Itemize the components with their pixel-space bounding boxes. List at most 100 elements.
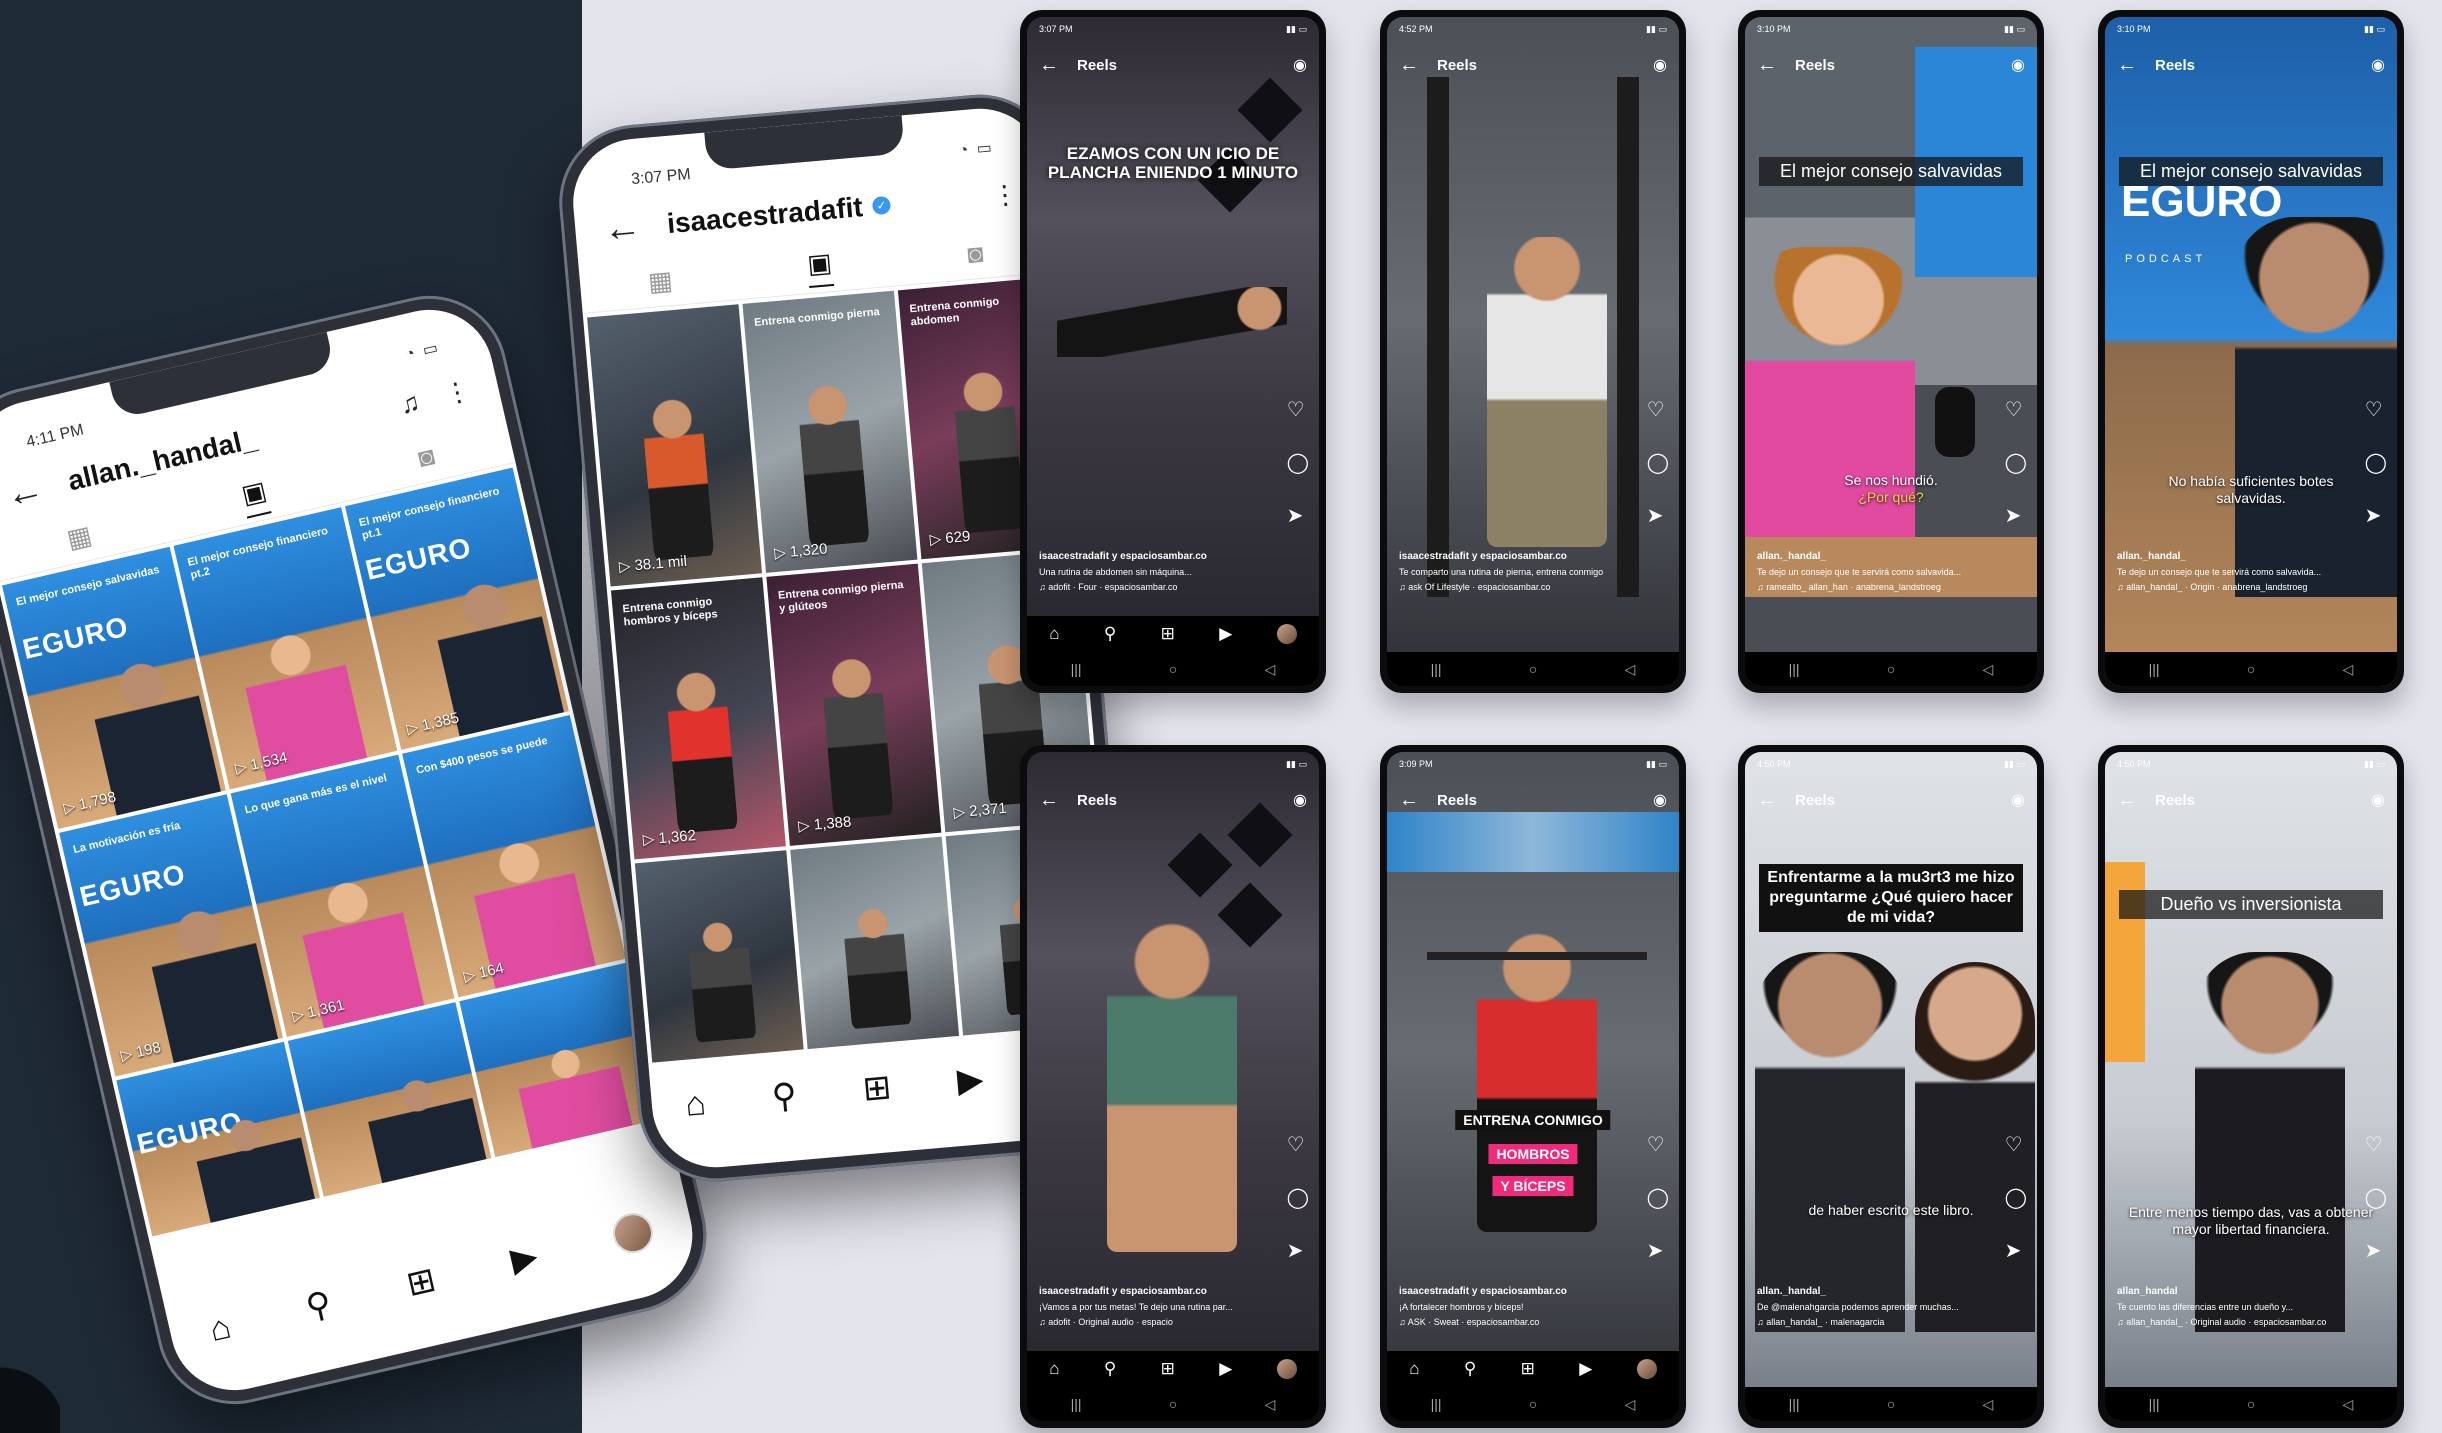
like-heart-icon[interactable]: ♡ — [2365, 397, 2387, 422]
back-arrow-icon[interactable]: ← — [1399, 789, 1419, 812]
reel-account[interactable]: isaacestradafit y espaciosambar.co — [1399, 1284, 1639, 1300]
share-icon[interactable]: ➤ — [2005, 1238, 2027, 1263]
back-arrow-icon[interactable]: ← — [2117, 54, 2137, 77]
reel-account[interactable]: allan._handal_ — [1757, 1284, 1997, 1300]
reels-icon[interactable]: ▶ — [1219, 624, 1232, 644]
reel-account[interactable]: isaacestradafit y espaciosambar.co — [1039, 549, 1279, 565]
search-icon[interactable]: ⚲ — [770, 1075, 798, 1117]
home-circle-icon[interactable]: ○ — [2247, 1396, 2255, 1412]
camera-icon[interactable]: ◉ — [2011, 55, 2025, 75]
comment-icon[interactable]: ◯ — [1647, 450, 1669, 475]
profile-avatar[interactable] — [1276, 1359, 1297, 1379]
like-heart-icon[interactable]: ♡ — [2005, 1132, 2027, 1157]
home-icon[interactable]: ⌂ — [1409, 1359, 1419, 1379]
system-back-icon[interactable]: ◁ — [1625, 661, 1636, 678]
tab-grid-icon[interactable]: ▦ — [64, 519, 95, 555]
add-post-icon[interactable]: ⊞ — [1161, 624, 1175, 644]
recent-apps-icon[interactable]: ||| — [1789, 1396, 1800, 1412]
home-icon[interactable]: ⌂ — [206, 1307, 235, 1350]
camera-icon[interactable]: ◉ — [1293, 790, 1307, 810]
like-heart-icon[interactable]: ♡ — [1287, 1132, 1309, 1157]
reel-account[interactable]: allan._handal_ — [2117, 549, 2357, 565]
more-options-icon[interactable]: ⋮ — [441, 374, 473, 410]
system-back-icon[interactable]: ◁ — [2343, 1396, 2354, 1413]
comment-icon[interactable]: ◯ — [2005, 1185, 2027, 1210]
profile-avatar[interactable] — [608, 1209, 657, 1258]
back-arrow-icon[interactable]: ← — [1757, 54, 1777, 77]
profile-avatar[interactable] — [1636, 1359, 1657, 1379]
home-circle-icon[interactable]: ○ — [1169, 1396, 1177, 1412]
tab-tagged-icon[interactable]: ◙ — [415, 440, 437, 474]
comment-icon[interactable]: ◯ — [1647, 1185, 1669, 1210]
reel-tile[interactable] — [634, 850, 804, 1063]
back-arrow-icon[interactable]: ← — [1, 467, 47, 516]
reel-account[interactable]: isaacestradafit y espaciosambar.co — [1399, 549, 1639, 565]
back-arrow-icon[interactable]: ← — [2117, 789, 2137, 812]
reel-tile[interactable]: Entrena conmigo pierna y glúteos ▷ 1,388 — [766, 563, 942, 846]
reels-icon[interactable]: ▶ — [507, 1236, 541, 1281]
reels-icon[interactable]: ▶ — [1219, 1359, 1232, 1379]
tab-reels-icon[interactable]: ▣ — [238, 475, 272, 519]
reel-tile[interactable] — [287, 1002, 492, 1197]
reel-tile[interactable]: Entrena conmigo pierna ▷ 1,320 — [742, 290, 918, 573]
back-arrow-icon[interactable]: ← — [1039, 54, 1059, 77]
recent-apps-icon[interactable]: ||| — [1431, 661, 1442, 677]
reels-icon[interactable]: ▶ — [1579, 1359, 1592, 1379]
search-icon[interactable]: ⚲ — [1464, 1359, 1476, 1379]
comment-icon[interactable]: ◯ — [1287, 1185, 1309, 1210]
camera-icon[interactable]: ◉ — [1653, 790, 1667, 810]
home-icon[interactable]: ⌂ — [1049, 1359, 1059, 1379]
recent-apps-icon[interactable]: ||| — [1431, 1396, 1442, 1412]
system-back-icon[interactable]: ◁ — [1265, 1396, 1276, 1413]
comment-icon[interactable]: ◯ — [1287, 450, 1309, 475]
reel-tile[interactable]: ▷ 38.1 mil — [587, 304, 763, 587]
more-options-icon[interactable]: ⋮ — [991, 178, 1020, 211]
profile-avatar[interactable] — [1276, 624, 1297, 644]
system-back-icon[interactable]: ◁ — [1983, 661, 1994, 678]
system-back-icon[interactable]: ◁ — [1983, 1396, 1994, 1413]
recent-apps-icon[interactable]: ||| — [2149, 1396, 2160, 1412]
share-icon[interactable]: ➤ — [1287, 1238, 1309, 1263]
add-post-icon[interactable]: ⊞ — [861, 1067, 893, 1109]
comment-icon[interactable]: ◯ — [2365, 450, 2387, 475]
home-circle-icon[interactable]: ○ — [1887, 661, 1895, 677]
share-icon[interactable]: ➤ — [1287, 503, 1309, 528]
recent-apps-icon[interactable]: ||| — [1071, 661, 1082, 677]
share-icon[interactable]: ➤ — [2365, 1238, 2387, 1263]
share-icon[interactable]: ➤ — [1647, 1238, 1669, 1263]
home-circle-icon[interactable]: ○ — [1887, 1396, 1895, 1412]
camera-icon[interactable]: ◉ — [2011, 790, 2025, 810]
reel-tile[interactable]: Entrena conmigo hombros y bíceps ▷ 1,362 — [610, 577, 786, 860]
reel-tile[interactable]: EGURO — [116, 1041, 320, 1237]
reel-account[interactable]: allan._handal_ — [1757, 549, 1997, 565]
home-circle-icon[interactable]: ○ — [1169, 661, 1177, 677]
tab-tagged-icon[interactable]: ◙ — [966, 238, 984, 270]
home-circle-icon[interactable]: ○ — [1529, 1396, 1537, 1412]
tab-grid-icon[interactable]: ▦ — [647, 265, 674, 298]
comment-icon[interactable]: ◯ — [2005, 450, 2027, 475]
home-circle-icon[interactable]: ○ — [1529, 661, 1537, 677]
recent-apps-icon[interactable]: ||| — [2149, 661, 2160, 677]
reels-icon[interactable]: ▶ — [956, 1059, 986, 1101]
search-icon[interactable]: ⚲ — [1104, 1359, 1116, 1379]
back-arrow-icon[interactable]: ← — [1039, 789, 1059, 812]
back-arrow-icon[interactable]: ← — [1757, 789, 1777, 812]
reel-account[interactable]: allan_handal — [2117, 1284, 2357, 1300]
recent-apps-icon[interactable]: ||| — [1071, 1396, 1082, 1412]
camera-icon[interactable]: ◉ — [2371, 790, 2385, 810]
system-back-icon[interactable]: ◁ — [1625, 1396, 1636, 1413]
share-icon[interactable]: ➤ — [1647, 503, 1669, 528]
home-circle-icon[interactable]: ○ — [2247, 661, 2255, 677]
like-heart-icon[interactable]: ♡ — [1647, 1132, 1669, 1157]
share-icon[interactable]: ➤ — [2005, 503, 2027, 528]
recent-apps-icon[interactable]: ||| — [1789, 661, 1800, 677]
like-heart-icon[interactable]: ♡ — [1647, 397, 1669, 422]
like-heart-icon[interactable]: ♡ — [1287, 397, 1309, 422]
camera-icon[interactable]: ◉ — [2371, 55, 2385, 75]
like-heart-icon[interactable]: ♡ — [2005, 397, 2027, 422]
add-post-icon[interactable]: ⊞ — [1161, 1359, 1175, 1379]
camera-icon[interactable]: ◉ — [1653, 55, 1667, 75]
like-heart-icon[interactable]: ♡ — [2365, 1132, 2387, 1157]
home-icon[interactable]: ⌂ — [1049, 624, 1059, 644]
camera-icon[interactable]: ◉ — [1293, 55, 1307, 75]
